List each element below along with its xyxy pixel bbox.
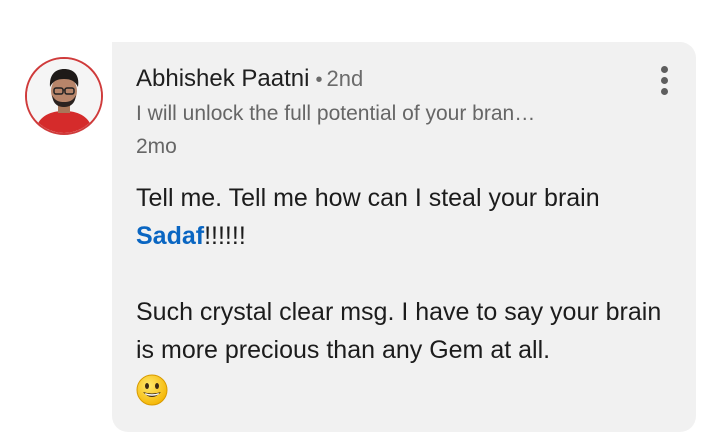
comment-line-2: Sadaf!!!!!!: [136, 217, 684, 255]
more-vertical-icon: [658, 66, 670, 95]
author-name[interactable]: Abhishek Paatni: [136, 65, 309, 92]
comment-body: Tell me. Tell me how can I steal your br…: [136, 179, 684, 407]
profile-photo-icon: [27, 59, 101, 133]
comment-bubble: Abhishek Paatni • 2nd I will unlock the fu…: [112, 42, 696, 432]
separator-dot: •: [315, 69, 323, 91]
comment-thread: Abhishek Paatni • 2nd I will unlock the fu…: [0, 0, 704, 442]
more-options-button[interactable]: [658, 66, 670, 98]
connection-degree: 2nd: [326, 66, 364, 91]
author-headline: I will unlock the full potential of your…: [136, 102, 536, 125]
mention-suffix: !!!!!!: [204, 222, 246, 250]
comment-line-3: Such crystal clear msg. I have to say yo…: [136, 298, 662, 364]
mention-link[interactable]: Sadaf: [136, 222, 204, 250]
author-avatar[interactable]: [25, 57, 103, 135]
author-line: Abhishek Paatni • 2nd: [136, 64, 363, 95]
grinning-face-emoji-icon: [136, 374, 168, 406]
comment-timestamp: 2mo: [136, 135, 177, 158]
comment-line-1: Tell me. Tell me how can I steal your br…: [136, 184, 600, 212]
